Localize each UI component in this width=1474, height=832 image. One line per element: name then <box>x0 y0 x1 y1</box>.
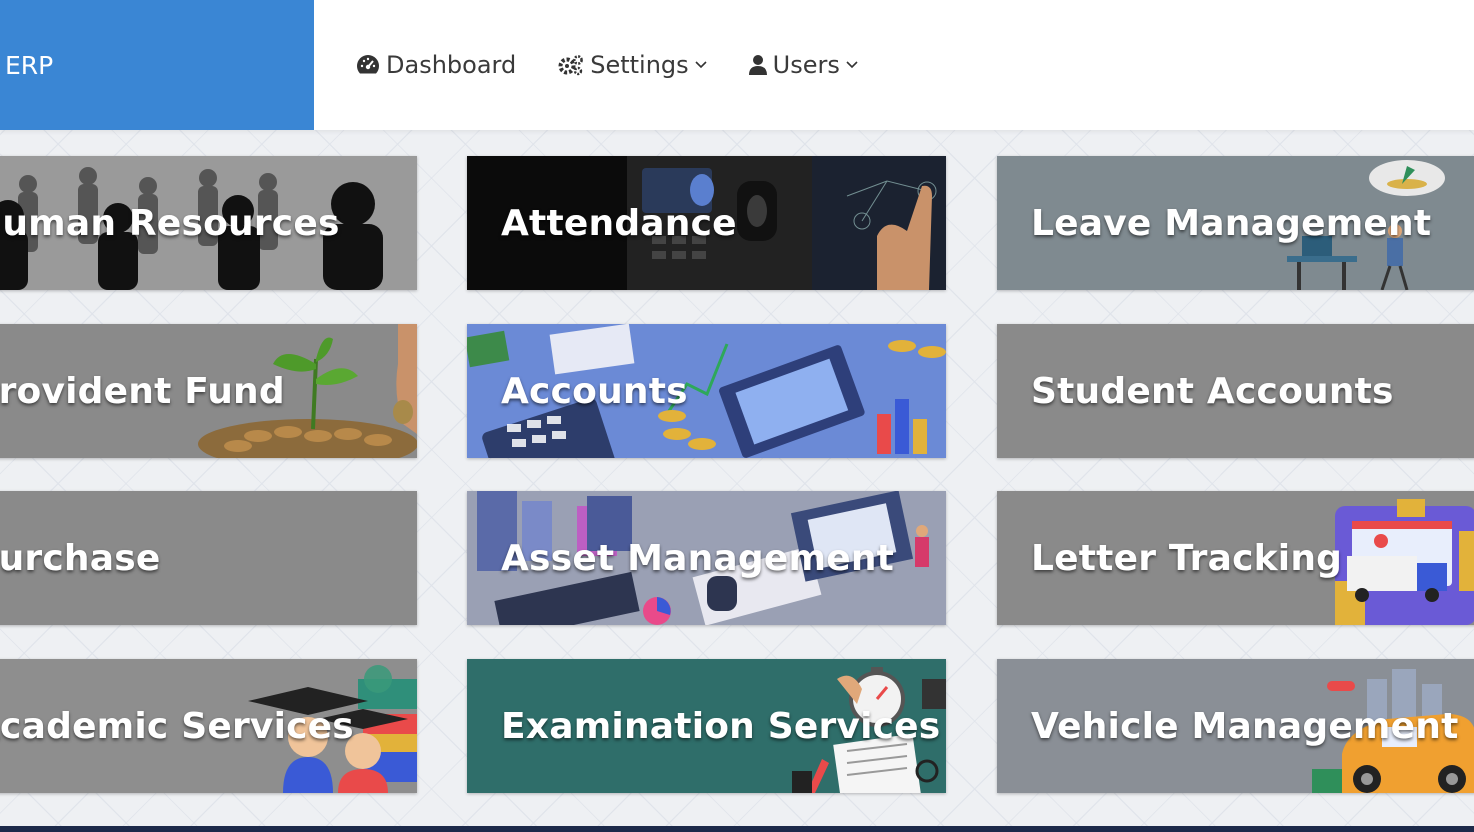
tachometer-icon <box>356 54 380 76</box>
tile-label: Accounts <box>501 370 688 412</box>
nav-dashboard-label: Dashboard <box>386 51 517 79</box>
tile-label: Leave Management <box>1031 202 1432 244</box>
user-icon <box>748 54 767 76</box>
tile-provident-fund[interactable]: Provident Fund <box>0 324 417 458</box>
tile-label: Vehicle Management <box>1031 705 1459 747</box>
tile-label: Provident Fund <box>0 370 285 412</box>
tile-label: Purchase <box>0 537 161 579</box>
tile-human-resources[interactable]: Human Resources <box>0 156 417 290</box>
chevron-down-icon <box>695 61 707 69</box>
tile-purchase[interactable]: Purchase <box>0 491 417 625</box>
tile-student-accounts[interactable]: Student Accounts <box>997 324 1474 458</box>
tile-label: Asset Management <box>501 537 895 579</box>
brand-logo[interactable]: ERP <box>0 0 314 130</box>
brand-name: ERP <box>5 50 54 80</box>
tile-label: Examination Services <box>501 705 941 747</box>
tile-accounts[interactable]: Accounts <box>467 324 946 458</box>
nav-settings-label: Settings <box>590 51 689 79</box>
nav-users[interactable]: Users <box>748 51 858 79</box>
main-nav: Dashboard Settings Users <box>356 0 900 130</box>
tile-attendance[interactable]: Attendance <box>467 156 946 290</box>
tile-label: Student Accounts <box>1031 370 1394 412</box>
tile-label: Academic Services <box>0 705 354 747</box>
tile-letter-tracking[interactable]: Letter Tracking <box>997 491 1474 625</box>
gears-icon <box>558 54 584 76</box>
tile-label: Attendance <box>501 202 737 244</box>
tile-examination-services[interactable]: Examination Services <box>467 659 946 793</box>
tile-label: Letter Tracking <box>1031 537 1343 579</box>
nav-dashboard[interactable]: Dashboard <box>356 51 516 79</box>
tile-academic-services[interactable]: Academic Services <box>0 659 417 793</box>
tile-leave-management[interactable]: Leave Management <box>997 156 1474 290</box>
tile-label: Human Resources <box>0 202 340 244</box>
nav-users-label: Users <box>772 51 840 79</box>
footer-bar <box>0 826 1474 832</box>
nav-settings[interactable]: Settings <box>558 51 707 79</box>
tile-asset-management[interactable]: Asset Management <box>467 491 946 625</box>
top-navbar: ERP Dashboard Settings Users <box>0 0 1474 130</box>
chevron-down-icon <box>846 61 858 69</box>
tile-vehicle-management[interactable]: Vehicle Management <box>997 659 1474 793</box>
